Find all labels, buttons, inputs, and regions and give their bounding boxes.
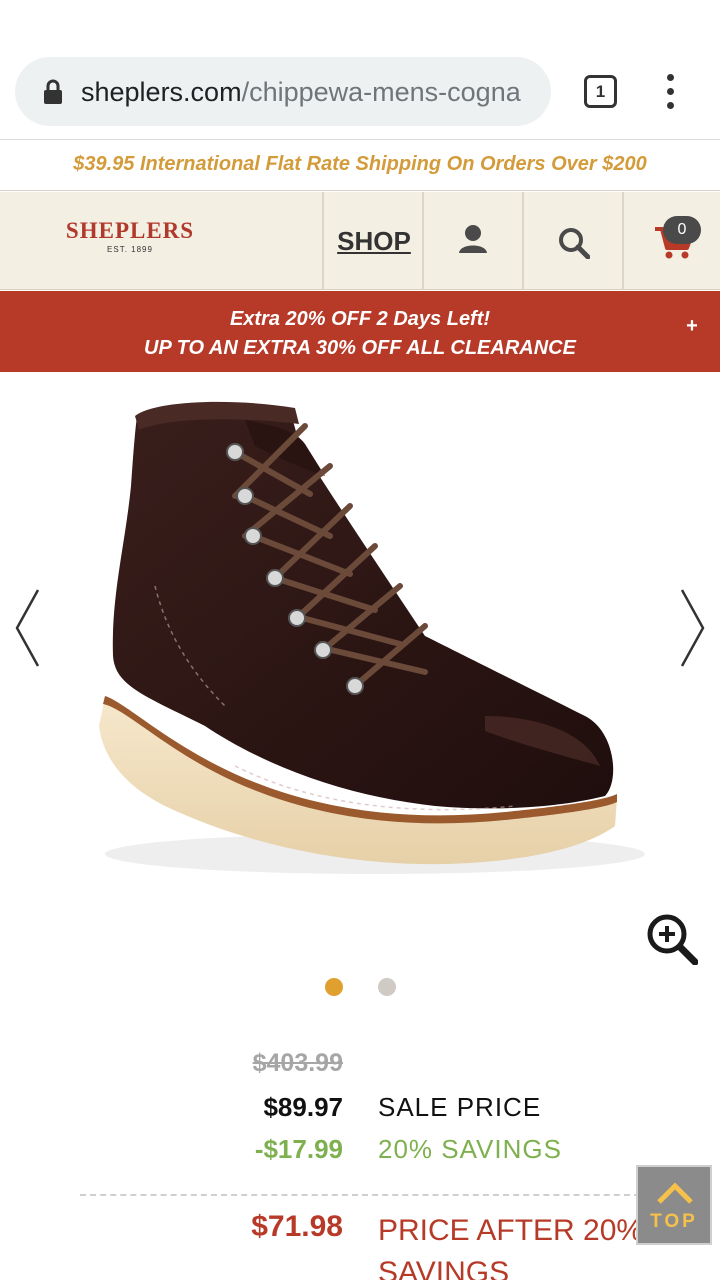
lock-icon	[44, 79, 62, 104]
search-icon	[559, 228, 590, 259]
sale-price: $89.97	[263, 1092, 343, 1122]
account-icon	[459, 225, 487, 253]
original-price: $403.99	[252, 1049, 343, 1077]
browser-toolbar: sheplers.com/chippewa-mens-cogna 1	[0, 0, 720, 140]
url-host: sheplers.com	[81, 77, 242, 107]
sale-price-label: SALE PRICE	[378, 1092, 542, 1122]
search-nav-cell[interactable]	[522, 192, 622, 290]
price-divider	[80, 1194, 640, 1196]
chevron-left-icon[interactable]	[12, 588, 42, 668]
final-price: $71.98	[251, 1210, 343, 1243]
shop-menu-link[interactable]: SHOP	[324, 192, 424, 290]
shipping-banner[interactable]: $39.95 International Flat Rate Shipping …	[0, 141, 720, 191]
back-to-top-button[interactable]: TOP	[636, 1165, 712, 1245]
zoom-in-icon[interactable]	[646, 913, 698, 965]
account-nav-cell[interactable]	[422, 192, 522, 290]
more-menu-icon[interactable]	[658, 74, 682, 110]
chevron-up-icon	[657, 1182, 693, 1204]
back-to-top-label: TOP	[650, 1211, 698, 1232]
url-path: /chippewa-mens-cogna	[241, 77, 521, 107]
promo-expand-icon[interactable]: +	[681, 315, 703, 337]
promo-subline: UP TO AN EXTRA 30% OFF ALL CLEARANCE	[144, 337, 576, 359]
savings-label: 20% SAVINGS	[378, 1134, 562, 1164]
sheplers-logo[interactable]: SHEPLERS EST. 1899	[60, 218, 200, 268]
chevron-right-icon[interactable]	[678, 588, 708, 668]
product-image[interactable]	[85, 386, 645, 896]
logo-name: SHEPLERS	[65, 218, 195, 243]
slide-dot-2[interactable]	[378, 978, 396, 996]
shop-nav-cell: SHOP	[322, 192, 424, 290]
cart-count-badge: 0	[663, 216, 701, 244]
promo-banner[interactable]: Extra 20% OFF 2 Days Left! UP TO AN EXTR…	[0, 291, 720, 372]
savings-amount: -$17.99	[254, 1134, 343, 1164]
slide-dot-1[interactable]	[325, 978, 343, 996]
site-header: SHEPLERS EST. 1899 SHOP	[0, 192, 720, 290]
tabs-icon[interactable]: 1	[584, 75, 617, 108]
logo-est: EST. 1899	[107, 245, 153, 254]
product-gallery	[0, 372, 720, 1012]
pricing-block: $403.99 $89.97 SALE PRICE -$17.99 20% SA…	[0, 1012, 720, 1280]
address-bar[interactable]: sheplers.com/chippewa-mens-cogna	[15, 57, 551, 126]
url-text: sheplers.com/chippewa-mens-cogna	[81, 75, 537, 109]
promo-headline: Extra 20% OFF 2 Days Left!	[229, 308, 491, 330]
